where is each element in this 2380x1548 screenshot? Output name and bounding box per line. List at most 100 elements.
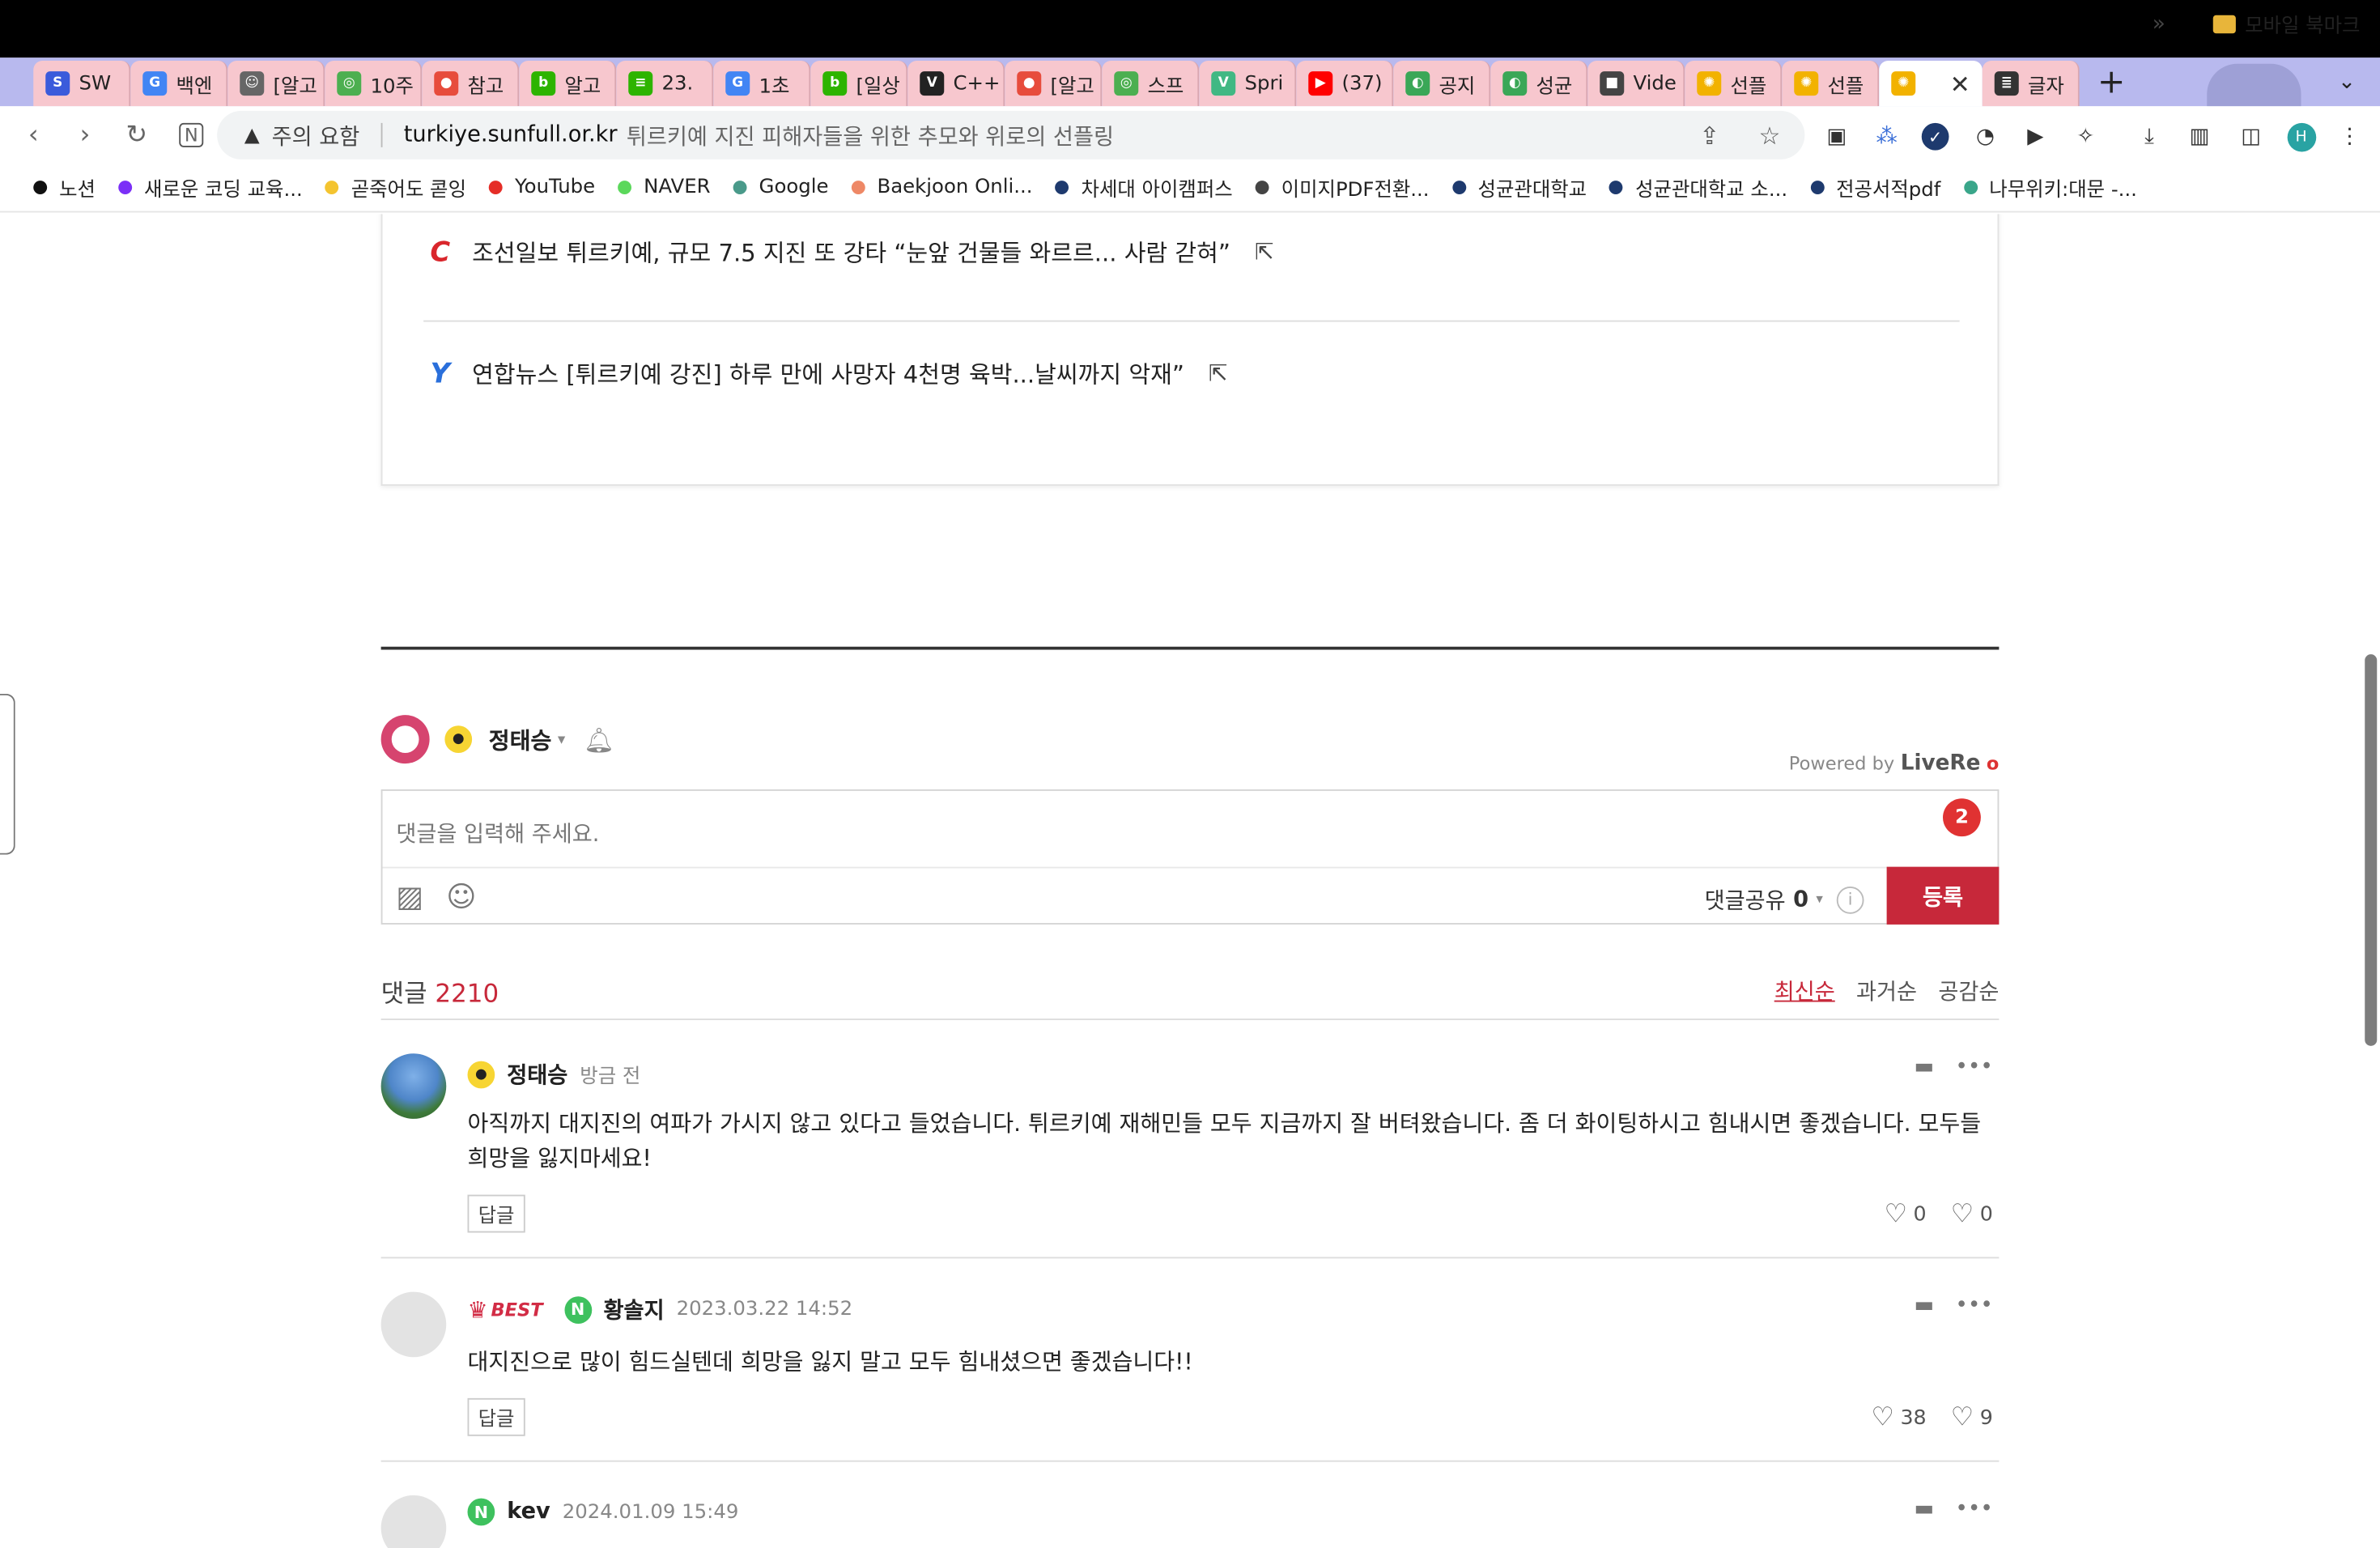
bookmark-item[interactable]: 성균관대학교 [1451,173,1587,202]
current-user-name[interactable]: 정태승 [489,723,552,755]
comment-author[interactable]: kev [507,1500,550,1525]
bookmark-item[interactable]: YouTube [489,176,595,199]
bookmark-item[interactable]: 새로운 코딩 교육... [118,173,303,202]
emoji-icon[interactable]: ☺ [446,881,476,914]
browser-tab[interactable]: ● [알고 [1005,61,1103,107]
tab-title: [알고 [273,74,317,98]
close-tab-icon[interactable]: ✕ [1950,69,1970,98]
bookmark-item[interactable]: 성균관대학교 소... [1609,173,1787,202]
browser-tab[interactable]: ≡ 23. [616,61,714,107]
avatar[interactable] [380,1495,447,1548]
cast-icon[interactable]: ▣ [1821,121,1852,152]
check-ext-icon[interactable]: ✓ [1920,121,1951,152]
collapse-icon[interactable]: ▬ [1914,1497,1934,1521]
reply-button[interactable]: 답글 [467,1194,525,1233]
back-icon[interactable]: ‹ [12,114,55,157]
news-link-yonhap[interactable]: Y 연합뉴스 [튀르키예 강진] 하루 만에 사망자 4천명 육박...날씨까지… [423,357,1228,390]
browser-tab[interactable]: S SW [33,61,131,107]
like-button[interactable]: ♡ 38 [1871,1403,1926,1434]
reply-button[interactable]: 답글 [467,1397,525,1436]
bookmark-item[interactable]: 나무위키:대문 -... [1963,173,2137,202]
share-icon[interactable]: ⇪ [1699,121,1719,150]
browser-tab[interactable]: V Spri [1199,61,1297,107]
bookmark-star-icon[interactable]: ☆ [1758,121,1780,150]
notion-ext-icon[interactable]: N [179,122,204,147]
more-options-icon[interactable]: ••• [1955,1294,1992,1318]
browser-tab[interactable]: ▶ (37) [1296,61,1394,107]
collapse-icon[interactable]: ▬ [1914,1294,1934,1318]
scrollbar-thumb[interactable] [2365,654,2378,1046]
info-icon[interactable]: i [1836,886,1864,913]
title-bar [0,0,2380,58]
comment-author[interactable]: 황솔지 [604,1294,665,1325]
bookmark-item[interactable]: 전공서적pdf [1810,173,1940,202]
browser-tab[interactable]: G 1초 [713,61,811,107]
mobile-bookmarks-folder[interactable]: 모바일 북마크 [2212,9,2360,38]
profile-avatar[interactable]: H [2286,121,2317,152]
sidebar-icon[interactable]: ▥ [2184,121,2215,152]
comment-author[interactable]: 정태승 [507,1058,567,1090]
browser-tab[interactable]: ◐ 성균 [1490,61,1588,107]
menu-icon[interactable]: ⋮ [2335,121,2365,152]
browser-tab[interactable]: ◎ 10주 [325,61,423,107]
dislike-button[interactable]: ♡ 0 [1951,1199,1993,1230]
dislike-count: 0 [1979,1202,1993,1227]
sort-popular[interactable]: 공감순 [1938,975,1999,1006]
forward-icon[interactable]: › [64,114,107,157]
mouse-ext-icon[interactable]: ◔ [1970,121,2001,152]
new-tab-button[interactable]: + [2085,59,2137,104]
browser-tab[interactable]: ☺ [알고 [227,61,325,107]
browser-tab[interactable]: ✺ ✕ [1879,61,1983,107]
image-icon[interactable]: ▨ [396,881,423,914]
browser-tab[interactable]: ≣ 글자 [1982,61,2080,107]
browser-tab[interactable]: b 알고 [519,61,617,107]
bookmark-item[interactable]: 곧죽어도 콛잉 [325,173,466,202]
comment-votes: ♡ 0 ♡ 0 [1884,1199,1992,1230]
more-options-icon[interactable]: ••• [1955,1497,1992,1521]
address-bar[interactable]: ▲ 주의 요함 turkiye.sunfull.or.kr 튀르키예 지진 피해… [217,110,1805,159]
submit-button[interactable]: 등록 [1886,866,2000,925]
comment-editor[interactable]: 댓글을 입력해 주세요. 2 ▨ ☺ 댓글공유 0 ▾ i 등록 [380,789,2000,925]
bookmark-item[interactable]: 차세대 아이캠퍼스 [1055,173,1233,202]
browser-tab[interactable]: ✺ 선플 [1782,61,1880,107]
like-button[interactable]: ♡ 0 [1884,1199,1926,1230]
translate-ext-icon[interactable]: ⁂ [1872,121,1902,152]
sort-newest[interactable]: 최신순 [1774,975,1835,1006]
media-ext-icon[interactable]: ▶ [2021,121,2051,152]
bookmark-item[interactable]: 노션 [33,173,96,202]
browser-tab[interactable]: ■ Vide [1587,61,1685,107]
sort-oldest[interactable]: 과거순 [1856,975,1917,1006]
bookmark-item[interactable]: Baekjoon Onli... [851,176,1033,199]
reload-icon[interactable]: ↻ [116,114,159,157]
bookmark-item[interactable]: NAVER [618,176,711,199]
comment-meta: ● 정태승 방금 전 [467,1058,640,1090]
browser-tab[interactable]: b [일상 [810,61,908,107]
notification-badge[interactable]: 2 [1943,798,1981,837]
more-options-icon[interactable]: ••• [1955,1055,1992,1079]
dislike-button[interactable]: ♡ 9 [1951,1403,1993,1434]
tab-search-icon[interactable]: ⌄ [2338,70,2356,94]
bookmark-item[interactable]: 이미지PDF전환... [1255,173,1430,202]
browser-tab[interactable]: ✺ 선플 [1685,61,1783,107]
user-dropdown-icon[interactable]: ▾ [558,731,565,748]
comment-share[interactable]: 댓글공유 0 ▾ i [1705,883,1864,915]
avatar[interactable] [380,1291,447,1358]
bookmarks-more-icon[interactable]: » [2153,12,2165,36]
avatar[interactable] [380,1053,447,1119]
bell-icon[interactable]: 🔔︎ [584,725,614,754]
browser-tab[interactable]: ◐ 공지 [1393,61,1491,107]
collapse-icon[interactable]: ▬ [1914,1055,1934,1079]
browser-tab[interactable]: G 백엔 [130,61,228,107]
bookmark-favicon-icon [1810,181,1825,194]
bookmark-item[interactable]: Google [733,176,829,199]
comment-input[interactable]: 댓글을 입력해 주세요. [396,817,599,848]
browser-tab[interactable]: ● 참고 [422,61,520,107]
browser-tab[interactable]: ◎ 스프 [1102,61,1200,107]
split-view-icon[interactable]: ◫ [2236,121,2267,152]
browser-tab[interactable]: V C++ [907,61,1005,107]
news-link-text: 연합뉴스 [튀르키예 강진] 하루 만에 사망자 4천명 육박...날씨까지 악… [472,361,1184,389]
extensions-icon[interactable]: ✧ [2071,121,2102,152]
download-icon[interactable]: ⤓ [2134,121,2165,152]
side-tab-handle[interactable] [0,693,15,855]
news-link-chosun[interactable]: C 조선일보 튀르키예, 규모 7.5 지진 또 강타 “눈앞 건물들 와르르.… [423,236,1273,269]
